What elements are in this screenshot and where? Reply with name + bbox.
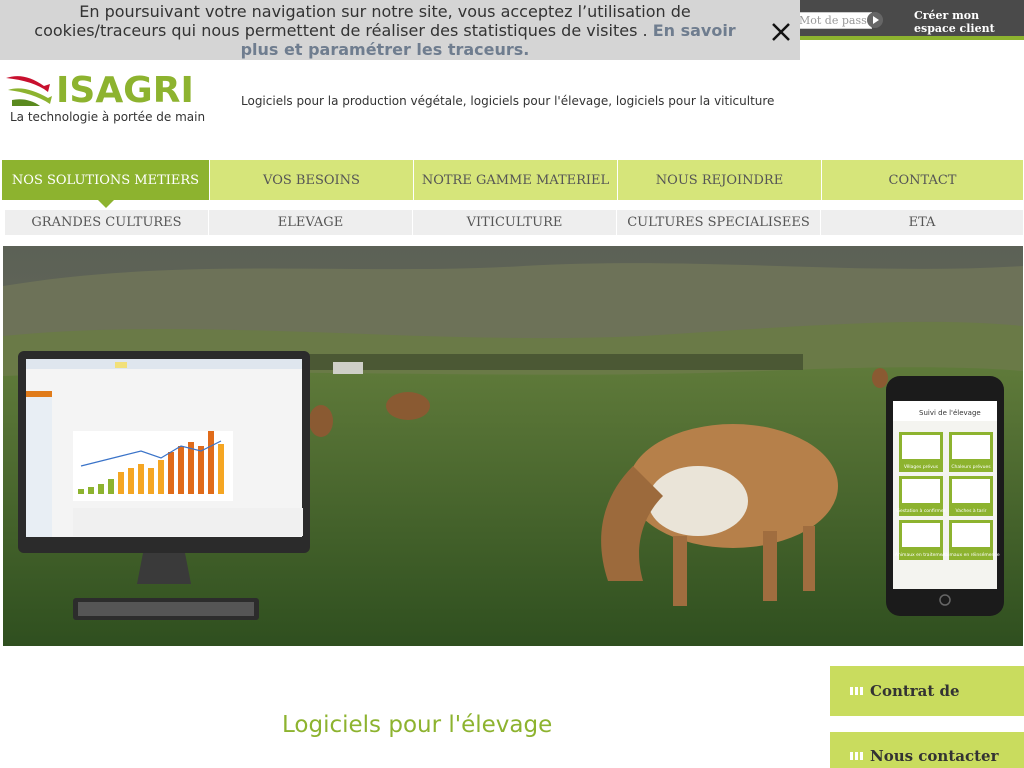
page: Mot de passe Créer mon espace client En … [0, 0, 1024, 768]
logo-mark-icon [6, 76, 52, 106]
nav-item-contact[interactable]: CONTACT [822, 160, 1023, 200]
main-nav: NOS SOLUTIONS METIERS VOS BESOINS NOTRE … [2, 160, 1024, 208]
subnav-item-label: GRANDES CULTURES [31, 215, 182, 230]
logo-tagline: La technologie à portée de main [10, 110, 206, 124]
nav-item-solutions[interactable]: NOS SOLUTIONS METIERS [2, 160, 209, 208]
section-title: Logiciels pour l'élevage [282, 712, 553, 738]
nav-item-label: CONTACT [888, 172, 957, 188]
contract-label-line1: Contrat de [870, 682, 960, 700]
subnav-item-label: ETA [908, 215, 936, 230]
subnav-item-label: VITICULTURE [466, 215, 563, 230]
close-icon[interactable] [768, 19, 794, 45]
bars-icon [850, 687, 864, 695]
phone-tile-label: Gestation à confirmer [896, 507, 945, 514]
login-submit-icon[interactable] [867, 12, 883, 28]
cookie-banner: En poursuivant votre navigation sur notr… [0, 0, 800, 60]
hero-banner: Suivi de l'élevage Vêlages prévus Chaleu… [3, 246, 1023, 646]
create-account-link[interactable]: Créer mon espace client [914, 9, 1014, 35]
phone-tile-label: Chaleurs prévues [951, 463, 991, 470]
nav-item-label: NOTRE GAMME MATERIEL [421, 172, 610, 188]
cookie-text: En poursuivant votre navigation sur notr… [20, 2, 750, 59]
top-accent-line [800, 36, 1024, 40]
nav-item-label: NOUS REJOINDRE [655, 172, 784, 188]
contact-label: Nous contacter [870, 747, 999, 765]
sub-nav: GRANDES CULTURES ELEVAGE VITICULTURE CUL… [5, 210, 1023, 235]
create-account-line2: espace client [914, 22, 995, 35]
subnav-item-label: CULTURES SPECIALISEES [627, 215, 810, 230]
header-tagline: Logiciels pour la production végétale, l… [241, 94, 775, 108]
nav-item-label: NOS SOLUTIONS METIERS [11, 172, 200, 188]
phone-tile-label: Animaux en traitement [895, 552, 947, 558]
phone-screen-title: Suivi de l'élevage [919, 409, 981, 417]
phone-tile-label: Vaches à tarir [955, 507, 986, 514]
create-account-line1: Créer mon [914, 9, 980, 22]
cookie-message: En poursuivant votre navigation sur notr… [34, 2, 691, 40]
phone-tile-label: Vêlages prévus [904, 463, 939, 470]
nav-item-label: VOS BESOINS [263, 172, 360, 188]
nav-item-besoins[interactable]: VOS BESOINS [210, 160, 413, 200]
subnav-item-elevage[interactable]: ELEVAGE [209, 210, 412, 235]
subnav-item-grandes-cultures[interactable]: GRANDES CULTURES [5, 210, 208, 235]
nav-item-materiel[interactable]: NOTRE GAMME MATERIEL [414, 160, 617, 200]
subnav-item-cultures-specialisees[interactable]: CULTURES SPECIALISEES [617, 210, 820, 235]
isagri-logo[interactable]: ISAGRI La technologie à portée de main [4, 70, 209, 128]
logo-wordmark: ISAGRI [56, 70, 194, 111]
nav-item-rejoindre[interactable]: NOUS REJOINDRE [618, 160, 821, 200]
hero-illustration: Suivi de l'élevage Vêlages prévus Chaleu… [3, 246, 1023, 646]
subnav-item-viticulture[interactable]: VITICULTURE [413, 210, 616, 235]
subnav-item-eta[interactable]: ETA [821, 210, 1023, 235]
subnav-item-label: ELEVAGE [277, 215, 344, 230]
phone-tile-label: Animaux en réinsémence [942, 551, 1000, 558]
bars-icon [850, 752, 864, 760]
password-input[interactable]: Mot de passe [796, 12, 872, 29]
